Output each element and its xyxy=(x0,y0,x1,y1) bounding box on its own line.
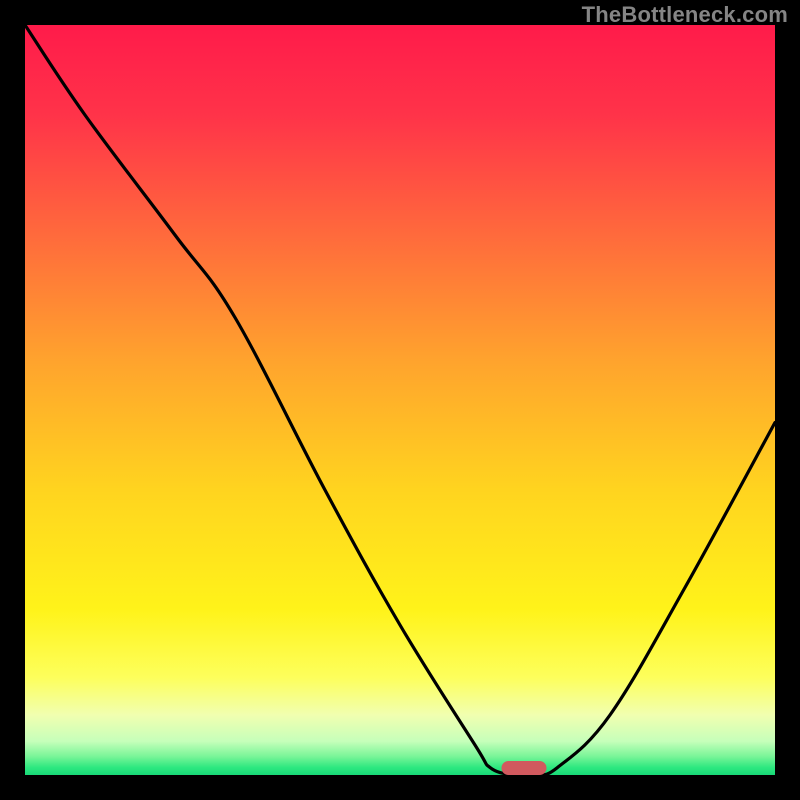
plot-area xyxy=(25,25,775,775)
bottleneck-curve xyxy=(25,25,775,775)
curve-layer xyxy=(25,25,775,775)
chart-frame: TheBottleneck.com xyxy=(0,0,800,800)
optimal-marker xyxy=(501,761,546,775)
